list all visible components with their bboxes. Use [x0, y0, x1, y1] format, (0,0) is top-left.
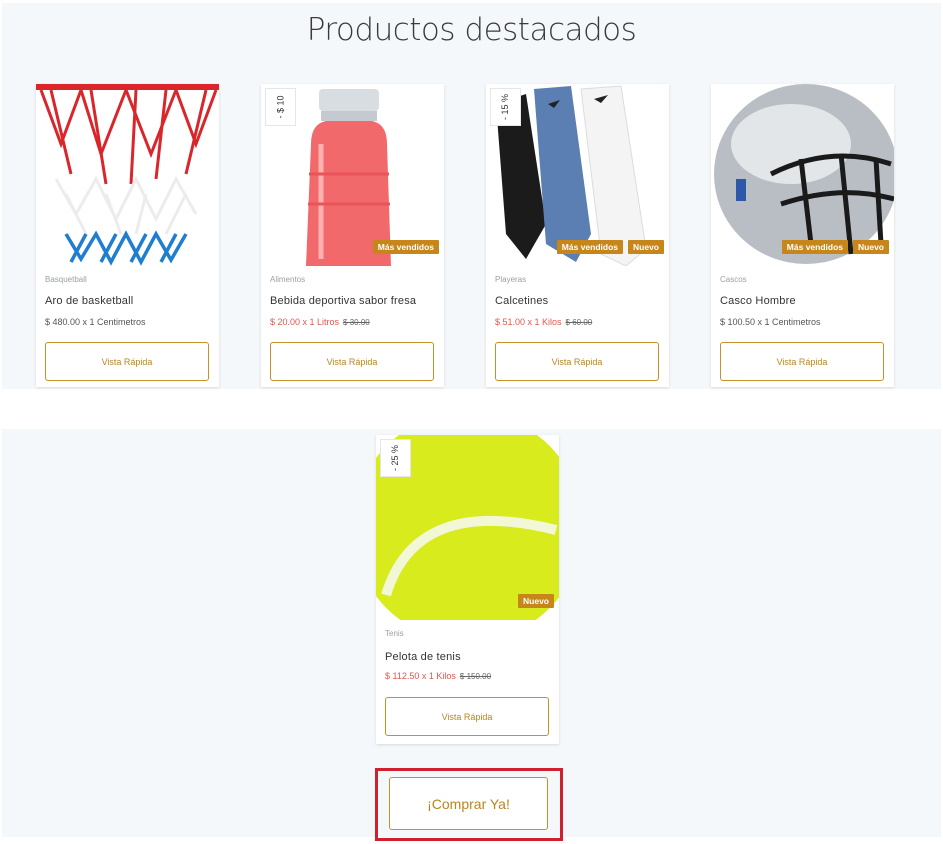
quick-view-button[interactable]: Vista Rápida [495, 342, 659, 381]
basketball-hoop-icon [36, 84, 219, 266]
badge-best-seller: Más vendidos [781, 240, 849, 254]
product-card-calcetines[interactable]: - 15 % Más vendidos Nuevo Playeras Calce… [486, 84, 669, 387]
discount-tag: - 25 % [380, 439, 411, 477]
product-name[interactable]: Bebida deportiva sabor fresa [270, 295, 416, 307]
badge-best-seller: Más vendidos [372, 240, 439, 254]
helmet-icon [711, 84, 894, 266]
badge-group: Más vendidos [372, 240, 439, 254]
price-value: $ 20.00 x 1 Litros [270, 317, 340, 327]
discount-tag: - 15 % [490, 88, 521, 126]
page-title: Productos destacados [306, 12, 637, 48]
price-value: $ 51.00 x 1 Kilos [495, 317, 562, 327]
old-price: $ 30.00 [343, 318, 370, 327]
discount-label: - 25 % [390, 444, 401, 472]
badge-group: Más vendidos Nuevo [781, 240, 889, 254]
product-card-casco[interactable]: Más vendidos Nuevo Cascos Casco Hombre $… [711, 84, 894, 387]
product-price: $ 51.00 x 1 Kilos $ 60.00 [495, 317, 592, 327]
old-price: $ 60.00 [565, 318, 593, 327]
product-image[interactable]: - $ 10 Más vendidos [261, 84, 444, 266]
product-price: $ 112.50 x 1 Kilos $ 150.00 [385, 671, 491, 681]
buy-now-button[interactable]: ¡Comprar Ya! [389, 777, 548, 830]
discount-tag: - $ 10 [265, 88, 296, 126]
quick-view-button[interactable]: Vista Rápida [270, 342, 434, 381]
discount-label: - $ 10 [275, 95, 286, 119]
badge-new: Nuevo [853, 240, 889, 254]
product-price: $ 480.00 x 1 Centimetros [45, 317, 146, 327]
product-price: $ 100.50 x 1 Centimetros [720, 317, 821, 327]
badge-new: Nuevo [518, 594, 554, 608]
product-image[interactable]: Más vendidos Nuevo [711, 84, 894, 266]
product-card-pelota[interactable]: - 25 % Nuevo Tenis Pelota de tenis $ 112… [376, 435, 559, 744]
product-image[interactable]: - 25 % Nuevo [376, 435, 559, 620]
product-category: Tenis [385, 629, 404, 638]
badge-group: Nuevo [518, 594, 554, 608]
product-image[interactable] [36, 84, 219, 266]
price-value: $ 480.00 x 1 Centimetros [45, 317, 146, 327]
old-price: $ 150.00 [459, 672, 492, 681]
product-name[interactable]: Calcetines [495, 295, 548, 307]
badge-new: Nuevo [628, 240, 664, 254]
badge-group: Más vendidos Nuevo [556, 240, 664, 254]
product-category: Cascos [720, 275, 747, 284]
price-value: $ 112.50 x 1 Kilos [385, 671, 456, 681]
discount-label: - 15 % [500, 93, 511, 121]
price-value: $ 100.50 x 1 Centimetros [720, 317, 821, 327]
product-card-aro[interactable]: Basquetball Aro de basketball $ 480.00 x… [36, 84, 219, 387]
product-category: Playeras [495, 275, 527, 284]
product-category: Basquetball [45, 275, 87, 284]
product-image[interactable]: - 15 % Más vendidos Nuevo [486, 84, 669, 266]
product-name[interactable]: Casco Hombre [720, 295, 796, 307]
product-category: Alimentos [270, 275, 306, 284]
badge-best-seller: Más vendidos [556, 240, 624, 254]
quick-view-button[interactable]: Vista Rápida [385, 697, 549, 736]
product-price: $ 20.00 x 1 Litros $ 30.00 [270, 317, 370, 327]
quick-view-button[interactable]: Vista Rápida [45, 342, 209, 381]
quick-view-button[interactable]: Vista Rápida [720, 342, 884, 381]
product-name[interactable]: Aro de basketball [45, 295, 133, 307]
product-card-bebida[interactable]: - $ 10 Más vendidos Alimentos Bebida dep… [261, 84, 444, 387]
product-name[interactable]: Pelota de tenis [385, 651, 461, 663]
